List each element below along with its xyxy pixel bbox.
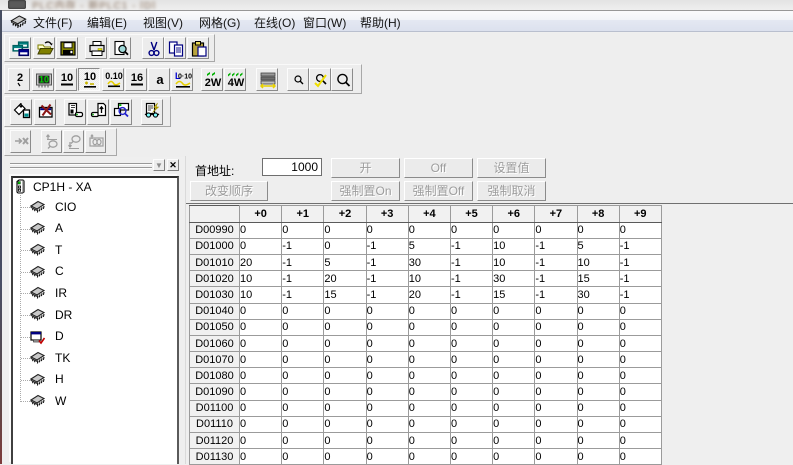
- svg-text:4W: 4W: [228, 77, 245, 89]
- svg-text:0.10: 0.10: [105, 71, 123, 81]
- svg-text:10: 10: [39, 74, 49, 84]
- svg-text:2W: 2W: [205, 77, 222, 89]
- svg-text:a: a: [156, 72, 164, 87]
- svg-text:16: 16: [131, 72, 143, 84]
- svg-text:10: 10: [84, 71, 96, 83]
- svg-text:2: 2: [17, 72, 23, 84]
- svg-text:10: 10: [61, 72, 73, 84]
- svg-text:0·10: 0·10: [178, 73, 192, 80]
